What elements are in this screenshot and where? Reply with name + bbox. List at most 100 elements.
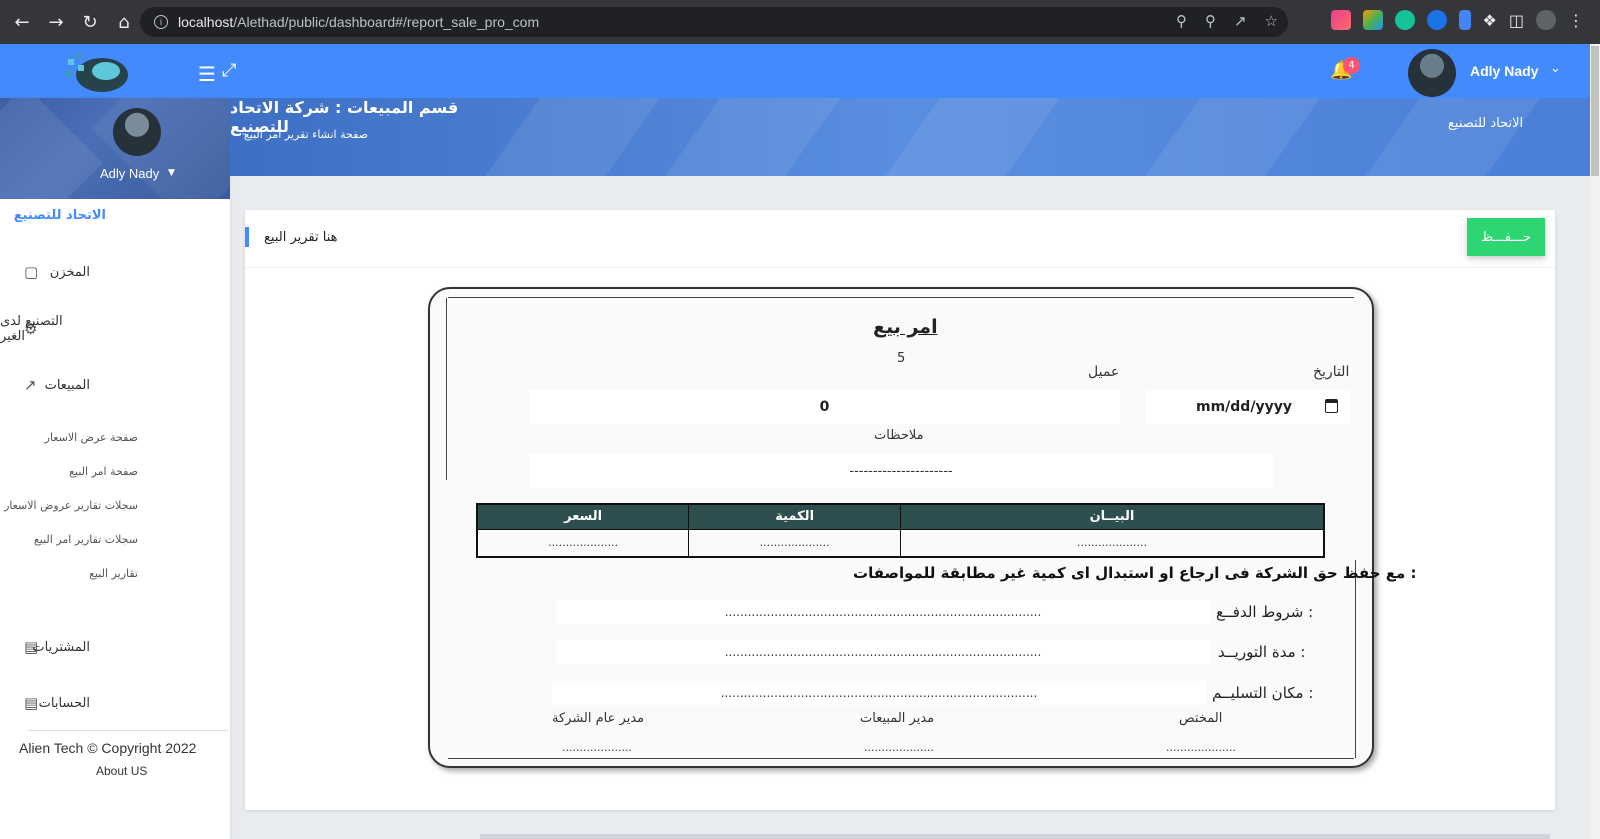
card-icon: ▤	[24, 694, 39, 712]
client-field[interactable]: 0	[529, 390, 1120, 424]
fullscreen-icon[interactable]: ⤢	[222, 60, 236, 81]
user-name[interactable]: Adly Nady	[1470, 63, 1538, 79]
terms-title: مع حفظ حق الشركة فى ارجاع او استبدال اى …	[853, 564, 1417, 582]
card-header: هنا تقرير البيع حـــفـــظ	[245, 210, 1555, 268]
key-icon[interactable]: ⚲	[1176, 12, 1187, 30]
delivery-place-label: مكان التسليــم :	[1212, 684, 1314, 702]
copyright-text: Alien Tech © Copyright 2022	[19, 740, 197, 756]
table-header-row: السعر الكمية البيــان	[476, 503, 1325, 530]
delivery-place-field[interactable]: ........................................…	[552, 681, 1206, 705]
extensions: ❖ ◫ ⋮	[1330, 10, 1584, 30]
description-cell[interactable]: ....................	[900, 528, 1325, 558]
star-icon[interactable]: ☆	[1265, 12, 1278, 30]
top-navbar: ☰ ⤢ 🔔 4 Adly Nady ⌄	[0, 44, 1600, 98]
sidebar-subitem-sale-order-reports[interactable]: سجلات تقارير امر البيع	[34, 533, 138, 546]
share-icon[interactable]: ↗	[1234, 12, 1247, 30]
avatar[interactable]	[1408, 49, 1456, 97]
reload-icon[interactable]: ↻	[74, 6, 106, 38]
address-bar[interactable]: i localhost/Alethad/public/dashboard#/re…	[140, 7, 1288, 37]
next-card-edge	[480, 834, 1550, 839]
sidebar-avatar[interactable]	[113, 108, 161, 156]
sidebar-item-outsourcing[interactable]: ⚙ التصنيع لدى الغير	[0, 314, 230, 344]
puzzle-icon[interactable]: ❖	[1483, 11, 1497, 30]
notes-field[interactable]: ----------------------	[529, 454, 1273, 488]
sidebar-item-purchases[interactable]: ▤ المشتريات	[0, 632, 230, 662]
sidebar-subitem-sale-reports[interactable]: تقارير البيع	[89, 567, 138, 580]
items-table: السعر الكمية البيــان ..................…	[476, 503, 1325, 558]
sidebar-subitem-quote-reports[interactable]: سجلات تقارير عروض الاسعار	[4, 499, 138, 512]
grammarly-icon[interactable]	[1394, 10, 1415, 30]
sidebar-user-name[interactable]: Adly Nady	[100, 166, 159, 181]
sidebar-item-label: المشتريات	[32, 639, 90, 655]
sidebar-item-label: التصنيع لدى الغير	[0, 314, 63, 344]
extension-icon[interactable]	[1426, 10, 1447, 30]
delivery-period-field[interactable]: ........................................…	[556, 640, 1210, 664]
specialist-signature-line: ....................	[1166, 741, 1236, 754]
payment-terms-field[interactable]: ........................................…	[556, 600, 1210, 624]
url-host: localhost	[178, 14, 234, 30]
sales-manager-signature-label: مدير المبيعات	[860, 711, 935, 726]
extension-icon[interactable]	[1330, 10, 1351, 30]
sidebar-item-label: الحسابات	[38, 695, 90, 711]
back-icon[interactable]: ←	[6, 6, 38, 38]
document-border	[1355, 560, 1356, 758]
chevron-down-icon[interactable]: ⌄	[1550, 61, 1561, 76]
logo-icon	[66, 53, 128, 92]
save-button[interactable]: حـــفـــظ	[1467, 218, 1545, 256]
feather-icon[interactable]	[1458, 10, 1471, 30]
page-header: قسم المبيعات : شركة الاتحاد للتصنيع صفحة…	[230, 98, 1590, 176]
sidebar: Adly Nady ▼ الاتحاد للتصنيع ▢ المخزن ⚙ ا…	[0, 98, 230, 839]
sidebar-item-label: المبيعات	[44, 377, 90, 393]
hamburger-menu-icon[interactable]: ☰	[198, 62, 216, 86]
divider	[28, 730, 228, 731]
sidebar-profile: Adly Nady ▼	[0, 98, 230, 199]
calendar-icon[interactable]	[1325, 399, 1338, 413]
document-border	[446, 298, 447, 480]
price-cell[interactable]: ....................	[476, 528, 690, 558]
sidebar-subitem-sale-order[interactable]: صفحة امر البيع	[69, 465, 138, 478]
sidebar-item-warehouse[interactable]: ▢ المخزن	[0, 257, 230, 287]
sales-manager-signature-line: ....................	[864, 741, 934, 754]
card-title: هنا تقرير البيع	[264, 230, 338, 245]
title-accent	[245, 227, 249, 247]
delivery-period-label: مدة التوريــد :	[1218, 643, 1306, 661]
general-manager-signature-line: ....................	[562, 741, 632, 754]
side-panel-icon[interactable]: ◫	[1509, 11, 1524, 30]
notification-badge: 4	[1343, 57, 1360, 74]
zoom-icon[interactable]: ⚲	[1205, 12, 1216, 30]
chart-line-icon: ↗	[24, 376, 37, 394]
page-subtitle: صفحة انشاء تقرير امر البيع	[243, 128, 368, 141]
document-number: 5	[897, 351, 906, 366]
date-label: التاريخ	[1313, 364, 1350, 380]
caret-down-icon[interactable]: ▼	[168, 168, 175, 178]
notes-label: ملاحظات	[874, 428, 924, 443]
document-border	[448, 297, 1354, 298]
sidebar-subitem-quotes[interactable]: صفحة عرض الاسعار	[45, 431, 138, 444]
sidebar-item-label: المخزن	[49, 264, 90, 280]
breadcrumb[interactable]: الاتحاد للتصنيع	[1448, 116, 1523, 131]
forward-icon[interactable]: →	[40, 6, 72, 38]
quantity-cell[interactable]: ....................	[688, 528, 901, 558]
specialist-signature-label: المختص	[1179, 711, 1223, 726]
client-label: عميل	[1088, 364, 1120, 380]
table-row: .................... ...................…	[476, 528, 1325, 558]
date-field[interactable]: mm/dd/yyyy	[1146, 390, 1350, 424]
info-icon[interactable]: i	[154, 15, 168, 29]
document-border	[448, 758, 1354, 759]
address-bar-actions: ⚲ ⚲ ↗ ☆	[1176, 12, 1278, 30]
extension-icon[interactable]	[1362, 10, 1383, 30]
sidebar-item-accounts[interactable]: ▤ الحسابات	[0, 688, 230, 718]
about-link[interactable]: About US	[96, 764, 147, 778]
column-header-description: البيــان	[900, 503, 1325, 530]
scrollbar-thumb[interactable]	[1591, 46, 1599, 176]
column-header-price: السعر	[476, 503, 690, 530]
document-title: امر بيع	[873, 316, 938, 338]
url-path: /Alethad/public/dashboard#/report_sale_p…	[233, 14, 540, 30]
profile-icon[interactable]	[1536, 10, 1556, 30]
kebab-menu-icon[interactable]: ⋮	[1568, 11, 1584, 30]
sidebar-item-sales[interactable]: ↗ المبيعات	[0, 370, 230, 400]
box-icon: ▢	[24, 263, 39, 281]
sidebar-brand: الاتحاد للتصنيع	[13, 208, 106, 223]
home-icon[interactable]: ⌂	[108, 6, 140, 38]
column-header-quantity: الكمية	[688, 503, 901, 530]
